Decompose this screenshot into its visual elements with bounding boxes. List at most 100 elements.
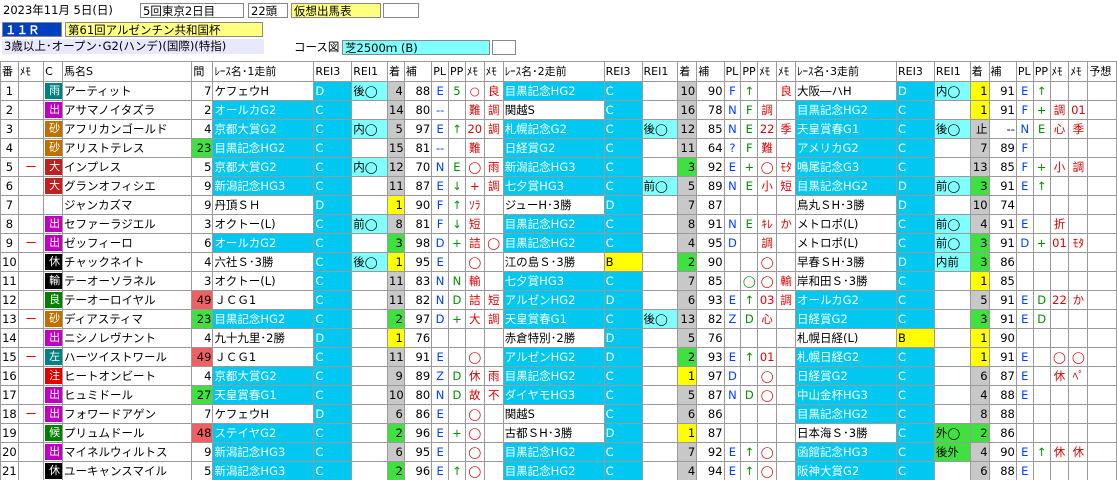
- memo-a-2[interactable]: [757, 404, 778, 424]
- memo-a-1[interactable]: ◯: [464, 423, 485, 443]
- memo-b-2[interactable]: [776, 309, 797, 329]
- memo-b-1[interactable]: [483, 442, 504, 462]
- memo-b-2[interactable]: か: [776, 214, 797, 234]
- horse-name[interactable]: マイネルウィルトス: [62, 442, 193, 462]
- memo-b-1[interactable]: 調: [483, 119, 504, 139]
- memo-a-2[interactable]: [757, 328, 778, 348]
- race-name-1[interactable]: 京都大賞G2: [212, 157, 315, 177]
- prediction-cell[interactable]: [1087, 309, 1117, 329]
- memo-b-2[interactable]: [776, 347, 797, 367]
- column-header[interactable]: PL: [431, 61, 450, 82]
- horse-name[interactable]: チャックネイト: [62, 252, 193, 272]
- horse-name[interactable]: グランオフィシエ: [62, 176, 193, 196]
- race-name-3[interactable]: 早春ＳH･3勝: [795, 252, 897, 272]
- memo-a-2[interactable]: 小: [757, 176, 778, 196]
- race-name-1[interactable]: オクトー(L): [212, 214, 315, 234]
- memo-b-2[interactable]: [776, 233, 797, 253]
- race-name-1[interactable]: 新潟記念HG3: [212, 176, 315, 196]
- race-name-3[interactable]: 鳴尾記念G3: [795, 157, 897, 177]
- race-name-1[interactable]: 目黒記念HG2: [212, 309, 315, 329]
- memo-a-3[interactable]: [1049, 176, 1070, 196]
- memo-a-1[interactable]: ○: [464, 81, 485, 101]
- memo-b-2[interactable]: [776, 442, 797, 462]
- memo-a-2[interactable]: 心: [757, 309, 778, 329]
- race-name-1[interactable]: 六社Ｓ･3勝: [212, 252, 315, 272]
- memo-b-3[interactable]: [1068, 385, 1089, 405]
- memo-cell[interactable]: [17, 328, 45, 348]
- memo-cell[interactable]: [17, 461, 45, 480]
- race-name-3[interactable]: 札幌日経(L): [795, 328, 897, 348]
- table-row[interactable]: 12 良テーオーロイヤル 49 ＪＣＧ1 C 11 82 N D 詰短アルゼンHG2 D 6 93 E ↑ 0…: [0, 290, 1117, 310]
- table-row[interactable]: 19 候プリュムドール 48 ステイヤG2 C 2 96 E + ◯ 古都ＳH･3勝 D 1 87 日本海Ｓ…: [0, 423, 1117, 443]
- column-header[interactable]: ﾒﾓ: [17, 61, 45, 82]
- column-header[interactable]: PL: [723, 61, 742, 82]
- race-name-2[interactable]: 目黒記念HG2: [502, 461, 605, 480]
- memo-a-2[interactable]: ◯: [757, 385, 778, 405]
- column-header[interactable]: C: [43, 61, 64, 82]
- column-header[interactable]: 予想: [1087, 61, 1117, 82]
- race-name-2[interactable]: 関越S: [502, 100, 605, 120]
- race-name-3[interactable]: 鳥丸ＳH･3勝: [795, 195, 897, 215]
- table-row[interactable]: 9 ー出ゼッフィーロ 6 オールカG2 C 3 98 D + 詰 ◯ 目黒記念HG2 C 4 95 D 調メトロ…: [0, 233, 1117, 253]
- memo-a-3[interactable]: 心: [1049, 119, 1070, 139]
- race-name-1[interactable]: 京都大賞G2: [212, 119, 315, 139]
- memo-a-3[interactable]: 小: [1049, 157, 1070, 177]
- memo-a-2[interactable]: ◯: [757, 442, 778, 462]
- memo-b-3[interactable]: 季: [1068, 119, 1089, 139]
- race-name-2[interactable]: 札幌記念G2: [502, 119, 605, 139]
- column-header[interactable]: REI3: [896, 61, 935, 82]
- memo-b-1[interactable]: [483, 423, 504, 443]
- horse-name[interactable]: アリストテレス: [62, 138, 193, 158]
- memo-a-1[interactable]: 輸: [464, 271, 485, 291]
- memo-a-1[interactable]: 20: [464, 119, 485, 139]
- table-row[interactable]: 6 大グランオフィシエ 9 新潟記念HG3 C 11 87 E ↓ + 調七夕賞HG3 C 前◯ 5 89 N…: [0, 176, 1117, 196]
- horse-name[interactable]: ユーキャンスマイル: [62, 461, 193, 480]
- race-name-1[interactable]: オールカG2: [212, 233, 315, 253]
- race-name-3[interactable]: 目黒記念HG2: [795, 100, 897, 120]
- column-header[interactable]: ﾚｰｽ名･1走前: [212, 61, 315, 82]
- memo-a-3[interactable]: [1049, 423, 1070, 443]
- memo-a-3[interactable]: [1049, 385, 1070, 405]
- race-name-2[interactable]: ジューH･3勝: [502, 195, 605, 215]
- prediction-cell[interactable]: [1087, 100, 1117, 120]
- memo-b-3[interactable]: 休: [1068, 442, 1089, 462]
- prediction-cell[interactable]: [1087, 442, 1117, 462]
- memo-a-1[interactable]: ｿﾗ: [464, 195, 485, 215]
- memo-b-3[interactable]: [1068, 423, 1089, 443]
- memo-b-3[interactable]: ﾍﾟ: [1068, 366, 1089, 386]
- memo-b-2[interactable]: [776, 195, 797, 215]
- horse-name[interactable]: ニシノレヴナント: [62, 328, 193, 348]
- horse-name[interactable]: フォワードアゲン: [62, 404, 193, 424]
- race-name-2[interactable]: 目黒記念HG2: [502, 81, 605, 101]
- memo-a-2[interactable]: ◯: [757, 366, 778, 386]
- race-name-1[interactable]: 丹頂ＳＨ: [212, 195, 315, 215]
- memo-b-2[interactable]: 短: [776, 176, 797, 196]
- memo-b-2[interactable]: 輸: [776, 271, 797, 291]
- column-header[interactable]: 着: [387, 61, 405, 82]
- prediction-cell[interactable]: [1087, 461, 1117, 480]
- memo-a-1[interactable]: ◯: [464, 404, 485, 424]
- prediction-cell[interactable]: [1087, 138, 1117, 158]
- race-name-3[interactable]: メトロポ(L): [795, 214, 897, 234]
- horse-name[interactable]: テーオーソラネル: [62, 271, 193, 291]
- memo-b-1[interactable]: 短: [483, 290, 504, 310]
- memo-a-2[interactable]: 01: [757, 347, 778, 367]
- memo-a-3[interactable]: [1049, 461, 1070, 480]
- race-name-2[interactable]: 天皇賞春G1: [502, 309, 605, 329]
- memo-a-1[interactable]: 休: [464, 366, 485, 386]
- race-name-3[interactable]: 阪神大賞G2: [795, 461, 897, 480]
- prediction-cell[interactable]: [1087, 195, 1117, 215]
- memo-a-1[interactable]: 難: [464, 138, 485, 158]
- column-header[interactable]: REI1: [933, 61, 971, 82]
- memo-b-1[interactable]: ◯: [483, 233, 504, 253]
- memo-cell[interactable]: [17, 252, 45, 272]
- memo-a-1[interactable]: +: [464, 176, 485, 196]
- memo-b-3[interactable]: [1068, 461, 1089, 480]
- memo-b-3[interactable]: 調: [1068, 157, 1089, 177]
- memo-a-3[interactable]: 01: [1049, 233, 1070, 253]
- memo-a-1[interactable]: 詰: [464, 290, 485, 310]
- blank-box[interactable]: [383, 3, 419, 18]
- column-header[interactable]: 着: [969, 61, 990, 82]
- race-name-3[interactable]: 天皇賞春G1: [795, 119, 897, 139]
- race-name-2[interactable]: 日経賞G2: [502, 138, 605, 158]
